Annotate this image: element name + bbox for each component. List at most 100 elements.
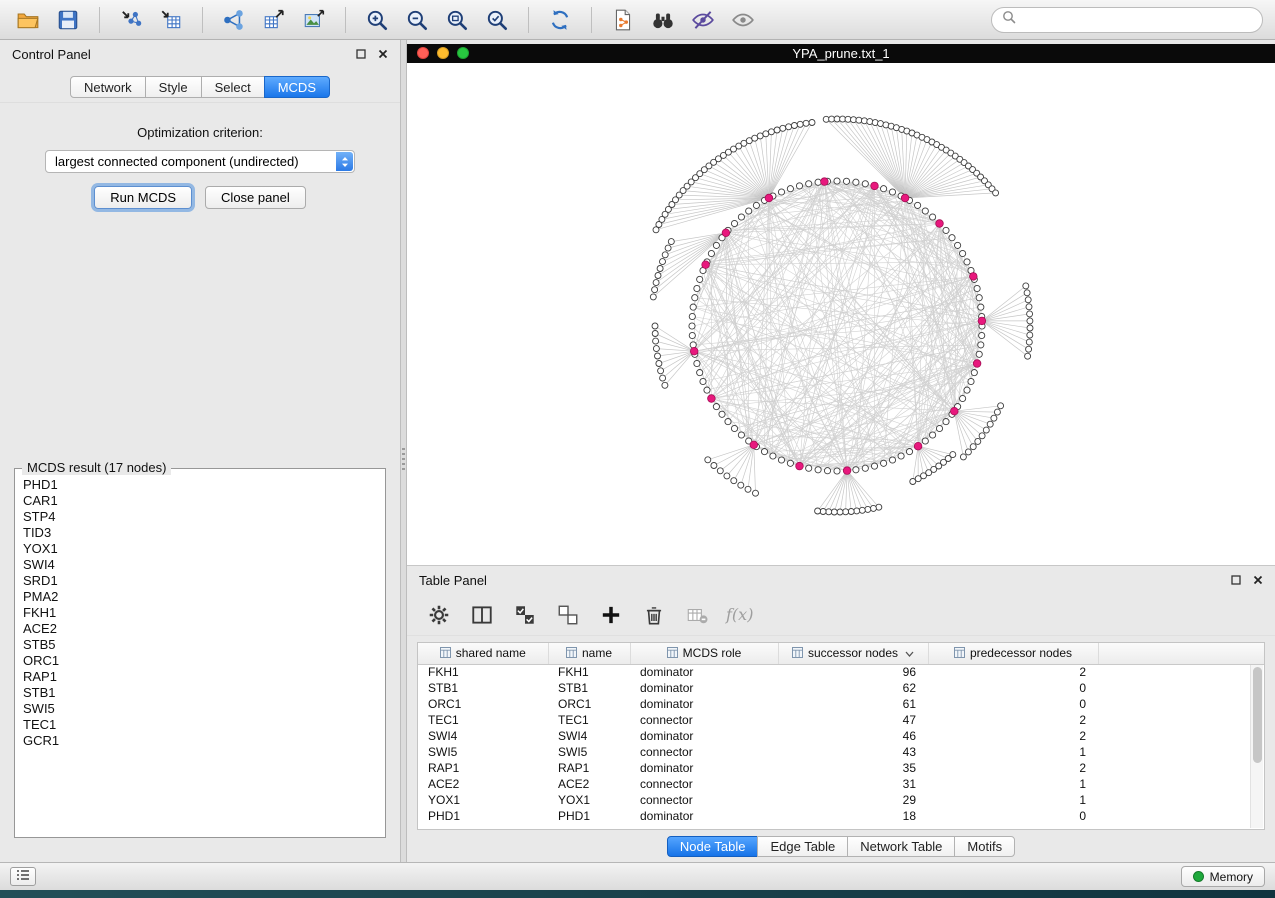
mcds-result-item[interactable]: RAP1 <box>23 669 383 685</box>
criterion-selected-value: largest connected component (undirected) <box>55 154 299 169</box>
mcds-result-item[interactable]: PHD1 <box>23 477 383 493</box>
table-settings-button[interactable] <box>425 601 453 629</box>
criterion-select[interactable]: largest connected component (undirected) <box>45 150 355 173</box>
mcds-result-item[interactable]: STB5 <box>23 637 383 653</box>
tab-network-table[interactable]: Network Table <box>847 836 955 857</box>
share-document-button[interactable] <box>607 4 639 36</box>
close-panel-icon[interactable] <box>378 49 388 59</box>
mcds-result-item[interactable]: ACE2 <box>23 621 383 637</box>
mcds-result-item[interactable]: CAR1 <box>23 493 383 509</box>
control-panel-tabs: NetworkStyleSelectMCDS <box>0 76 400 98</box>
main-area: Control Panel NetworkStyleSelectMCDS Opt… <box>0 40 1275 862</box>
table-panel: Table Panel f(x) shared namenameMCDS rol… <box>407 565 1275 862</box>
column-header-mcds-role[interactable]: MCDS role <box>630 643 778 664</box>
network-window: YPA_prune.txt_1 <box>407 40 1275 565</box>
table-row[interactable]: TEC1TEC1connector472 <box>418 712 1264 728</box>
table-row[interactable]: PHD1PHD1dominator180 <box>418 808 1264 824</box>
hide-graphics-details-button[interactable] <box>687 4 719 36</box>
panel-splitter[interactable] <box>400 40 407 862</box>
table-cell: 18 <box>778 808 928 824</box>
table-sort-icon <box>566 647 577 661</box>
table-cell: 0 <box>928 808 1098 824</box>
function-builder-button[interactable]: f(x) <box>726 605 753 624</box>
mcds-result-item[interactable]: TID3 <box>23 525 383 541</box>
minimize-window-button[interactable] <box>437 47 449 59</box>
table-row[interactable]: FKH1FKH1dominator962 <box>418 664 1264 680</box>
mcds-result-item[interactable]: STP4 <box>23 509 383 525</box>
table-cell: 35 <box>778 760 928 776</box>
search-box[interactable] <box>991 7 1263 33</box>
float-table-panel-icon[interactable] <box>1231 575 1241 585</box>
zoom-window-button[interactable] <box>457 47 469 59</box>
table-row[interactable]: ACE2ACE2connector311 <box>418 776 1264 792</box>
column-layout-button[interactable] <box>468 601 496 629</box>
run-mcds-button[interactable]: Run MCDS <box>94 186 192 209</box>
save-session-button[interactable] <box>52 4 84 36</box>
tab-node-table[interactable]: Node Table <box>667 836 759 857</box>
close-table-panel-icon[interactable] <box>1253 575 1263 585</box>
deselect-all-button[interactable] <box>554 601 582 629</box>
column-header-shared-name[interactable]: shared name <box>418 643 548 664</box>
open-session-button[interactable] <box>12 4 44 36</box>
zoom-fit-button[interactable] <box>441 4 473 36</box>
import-table-disabled-button[interactable] <box>683 601 711 629</box>
find-binoculars-button[interactable] <box>647 4 679 36</box>
export-image-button[interactable] <box>298 4 330 36</box>
delete-entry-button[interactable] <box>640 601 668 629</box>
mcds-result-item[interactable]: SRD1 <box>23 573 383 589</box>
table-row[interactable]: STB1STB1dominator620 <box>418 680 1264 696</box>
tab-edge-table[interactable]: Edge Table <box>757 836 848 857</box>
task-history-button[interactable] <box>10 867 36 886</box>
mcds-result-item[interactable]: FKH1 <box>23 605 383 621</box>
mcds-result-item[interactable]: STB1 <box>23 685 383 701</box>
mcds-result-item[interactable]: TEC1 <box>23 717 383 733</box>
export-table-button[interactable] <box>258 4 290 36</box>
sort-arrow-icon <box>905 646 914 660</box>
table-row[interactable]: ORC1ORC1dominator610 <box>418 696 1264 712</box>
table-cell-filler <box>1098 680 1264 696</box>
tab-select[interactable]: Select <box>201 76 265 98</box>
tab-style[interactable]: Style <box>145 76 202 98</box>
network-window-titlebar[interactable]: YPA_prune.txt_1 <box>407 44 1275 63</box>
table-row[interactable]: SWI4SWI4dominator462 <box>418 728 1264 744</box>
network-view[interactable] <box>407 63 1275 565</box>
mcds-result-item[interactable]: GCR1 <box>23 733 383 749</box>
column-header-name[interactable]: name <box>548 643 630 664</box>
zoom-in-button[interactable] <box>361 4 393 36</box>
tab-mcds[interactable]: MCDS <box>264 76 330 98</box>
table-scrollbar[interactable] <box>1250 665 1263 828</box>
node-table: shared namenameMCDS rolesuccessor nodesp… <box>418 643 1264 824</box>
table-row[interactable]: RAP1RAP1dominator352 <box>418 760 1264 776</box>
mcds-result-item[interactable]: ORC1 <box>23 653 383 669</box>
mcds-result-item[interactable]: YOX1 <box>23 541 383 557</box>
mcds-result-item[interactable]: SWI5 <box>23 701 383 717</box>
show-graphics-details-button[interactable] <box>727 4 759 36</box>
tab-motifs[interactable]: Motifs <box>954 836 1015 857</box>
memory-button[interactable]: Memory <box>1181 866 1265 887</box>
mcds-result-item[interactable]: SWI4 <box>23 557 383 573</box>
table-panel-title: Table Panel <box>419 573 487 588</box>
table-row[interactable]: YOX1YOX1connector291 <box>418 792 1264 808</box>
zoom-selected-button[interactable] <box>481 4 513 36</box>
search-input[interactable] <box>1022 13 1252 27</box>
table-cell: dominator <box>630 808 778 824</box>
select-all-button[interactable] <box>511 601 539 629</box>
table-scrollbar-thumb[interactable] <box>1253 667 1262 763</box>
share-document-icon <box>611 8 635 32</box>
new-network-button[interactable] <box>218 4 250 36</box>
float-panel-icon[interactable] <box>356 49 366 59</box>
zoom-out-button[interactable] <box>401 4 433 36</box>
table-row[interactable]: SWI5SWI5connector431 <box>418 744 1264 760</box>
table-cell: 2 <box>928 760 1098 776</box>
tab-network[interactable]: Network <box>70 76 146 98</box>
add-entry-button[interactable] <box>597 601 625 629</box>
column-header-successor-nodes[interactable]: successor nodes <box>778 643 928 664</box>
close-panel-button[interactable]: Close panel <box>205 186 306 209</box>
column-header-predecessor-nodes[interactable]: predecessor nodes <box>928 643 1098 664</box>
import-table-button[interactable] <box>155 4 187 36</box>
import-network-button[interactable] <box>115 4 147 36</box>
close-window-button[interactable] <box>417 47 429 59</box>
table-cell: YOX1 <box>548 792 630 808</box>
apply-layout-button[interactable] <box>544 4 576 36</box>
mcds-result-item[interactable]: PMA2 <box>23 589 383 605</box>
